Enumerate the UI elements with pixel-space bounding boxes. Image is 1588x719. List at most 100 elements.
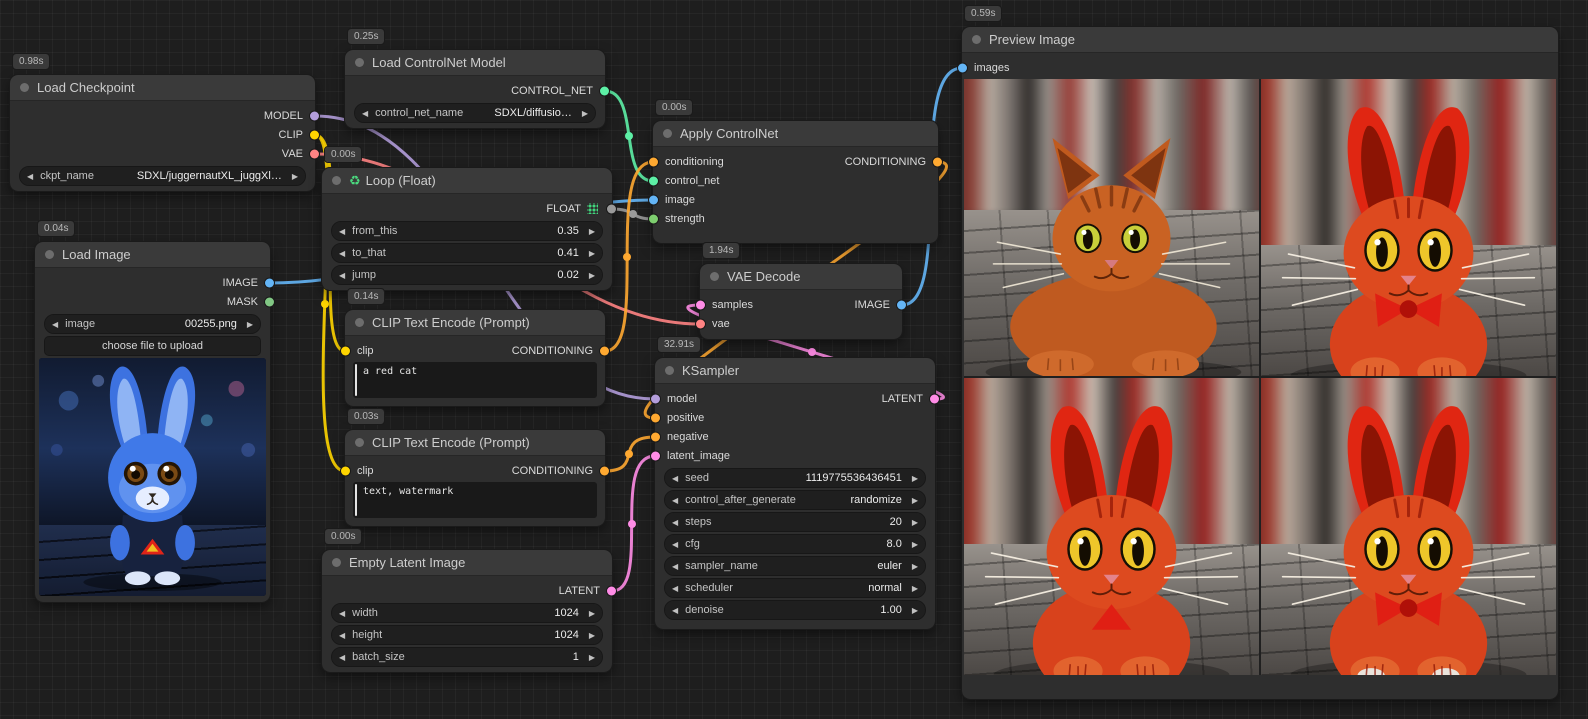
node-titlebar[interactable]: ♻ Loop (Float)	[322, 168, 612, 194]
output-slot-model[interactable]: MODEL	[10, 106, 315, 125]
slot-row-clip-conditioning[interactable]: clip CONDITIONING	[345, 341, 605, 360]
collapse-dot[interactable]	[972, 35, 981, 44]
next-arrow-icon[interactable]: ▶	[912, 496, 918, 505]
input-slot-control-net[interactable]: control_net	[653, 171, 938, 190]
output-slot-latent[interactable]: LATENT	[322, 581, 612, 600]
widget-seed[interactable]: ◀ seed 1119775536436451 ▶	[665, 469, 925, 487]
widget-sampler-name[interactable]: ◀ sampler_name euler ▶	[665, 557, 925, 575]
prev-arrow-icon[interactable]: ◀	[672, 540, 678, 549]
collapse-dot[interactable]	[355, 438, 364, 447]
next-arrow-icon[interactable]: ▶	[589, 631, 595, 640]
node-clip-text-encode-negative[interactable]: 0.03s CLIP Text Encode (Prompt) clip CON…	[345, 430, 605, 526]
widget-image-file[interactable]: ◀ image 00255.png ▶	[45, 315, 260, 333]
output-slot-vae[interactable]: VAE	[10, 144, 315, 163]
widget-jump[interactable]: ◀ jump 0.02 ▶	[332, 266, 602, 284]
conditioning-port-dot[interactable]	[933, 157, 942, 166]
prev-arrow-icon[interactable]: ◀	[362, 109, 368, 118]
node-vae-decode[interactable]: 1.94s VAE Decode samples IMAGE vae	[700, 264, 902, 339]
prev-arrow-icon[interactable]: ◀	[339, 271, 345, 280]
widget-width[interactable]: ◀ width 1024 ▶	[332, 604, 602, 622]
node-titlebar[interactable]: KSampler	[655, 358, 935, 384]
slot-row-clip-conditioning[interactable]: clip CONDITIONING	[345, 461, 605, 480]
prev-arrow-icon[interactable]: ◀	[672, 606, 678, 615]
conditioning-port-dot[interactable]	[651, 432, 660, 441]
vae-port-dot[interactable]	[696, 319, 705, 328]
node-apply-controlnet[interactable]: 0.00s Apply ControlNet conditioning COND…	[653, 121, 938, 243]
preview-image-4[interactable]	[1261, 378, 1556, 675]
next-arrow-icon[interactable]: ▶	[589, 653, 595, 662]
next-arrow-icon[interactable]: ▶	[912, 584, 918, 593]
clip-port-dot[interactable]	[341, 346, 350, 355]
slot-row-model-latent[interactable]: model LATENT	[655, 389, 935, 408]
preview-image-2[interactable]	[1261, 79, 1556, 376]
collapse-dot[interactable]	[45, 250, 54, 259]
strength-port-dot[interactable]	[649, 214, 658, 223]
node-titlebar[interactable]: Apply ControlNet	[653, 121, 938, 147]
preview-image-3[interactable]	[964, 378, 1259, 675]
conditioning-port-dot[interactable]	[600, 346, 609, 355]
slot-row-conditioning[interactable]: conditioning CONDITIONING	[653, 152, 938, 171]
node-ksampler[interactable]: 32.91s KSampler model LATENT positive ne…	[655, 358, 935, 629]
next-arrow-icon[interactable]: ▶	[589, 271, 595, 280]
widget-cfg[interactable]: ◀ cfg 8.0 ▶	[665, 535, 925, 553]
node-titlebar[interactable]: CLIP Text Encode (Prompt)	[345, 310, 605, 336]
model-port-dot[interactable]	[310, 111, 319, 120]
output-slot-float[interactable]: FLOAT	[322, 199, 612, 218]
float-port-dot[interactable]	[607, 204, 616, 213]
next-arrow-icon[interactable]: ▶	[912, 606, 918, 615]
prev-arrow-icon[interactable]: ◀	[672, 562, 678, 571]
prev-arrow-icon[interactable]: ◀	[339, 653, 345, 662]
conditioning-port-dot[interactable]	[651, 413, 660, 422]
input-slot-images[interactable]: images	[962, 58, 1558, 77]
next-arrow-icon[interactable]: ▶	[912, 474, 918, 483]
prev-arrow-icon[interactable]: ◀	[672, 474, 678, 483]
control-net-port-dot[interactable]	[649, 176, 658, 185]
next-arrow-icon[interactable]: ▶	[589, 609, 595, 618]
node-titlebar[interactable]: CLIP Text Encode (Prompt)	[345, 430, 605, 456]
node-titlebar[interactable]: Load ControlNet Model	[345, 50, 605, 76]
next-arrow-icon[interactable]: ▶	[912, 562, 918, 571]
prev-arrow-icon[interactable]: ◀	[52, 320, 58, 329]
next-arrow-icon[interactable]: ▶	[589, 227, 595, 236]
collapse-dot[interactable]	[20, 83, 29, 92]
input-slot-latent-image[interactable]: latent_image	[655, 446, 935, 465]
clip-port-dot[interactable]	[341, 466, 350, 475]
prev-arrow-icon[interactable]: ◀	[672, 518, 678, 527]
output-slot-image[interactable]: IMAGE	[35, 273, 270, 292]
next-arrow-icon[interactable]: ▶	[589, 249, 595, 258]
next-arrow-icon[interactable]: ▶	[292, 172, 298, 181]
widget-control-after-generate[interactable]: ◀ control_after_generate randomize ▶	[665, 491, 925, 509]
loaded-image-preview[interactable]	[39, 358, 266, 596]
widget-denoise[interactable]: ◀ denoise 1.00 ▶	[665, 601, 925, 619]
preview-image-1[interactable]	[964, 79, 1259, 376]
image-port-dot[interactable]	[958, 63, 967, 72]
widget-to-that[interactable]: ◀ to_that 0.41 ▶	[332, 244, 602, 262]
model-port-dot[interactable]	[651, 394, 660, 403]
output-slot-control-net[interactable]: CONTROL_NET	[345, 81, 605, 100]
widget-from-this[interactable]: ◀ from_this 0.35 ▶	[332, 222, 602, 240]
control-net-port-dot[interactable]	[600, 86, 609, 95]
upload-file-button[interactable]: choose file to upload	[45, 337, 260, 355]
widget-batch-size[interactable]: ◀ batch_size 1 ▶	[332, 648, 602, 666]
node-preview-image[interactable]: 0.59s Preview Image images	[962, 27, 1558, 699]
widget-height[interactable]: ◀ height 1024 ▶	[332, 626, 602, 644]
prev-arrow-icon[interactable]: ◀	[672, 496, 678, 505]
widget-steps[interactable]: ◀ steps 20 ▶	[665, 513, 925, 531]
collapse-dot[interactable]	[332, 558, 341, 567]
node-titlebar[interactable]: VAE Decode	[700, 264, 902, 290]
collapse-dot[interactable]	[332, 176, 341, 185]
prev-arrow-icon[interactable]: ◀	[27, 172, 33, 181]
input-slot-positive[interactable]: positive	[655, 408, 935, 427]
collapse-dot[interactable]	[355, 318, 364, 327]
next-arrow-icon[interactable]: ▶	[912, 540, 918, 549]
prompt-textarea[interactable]: a red cat	[353, 362, 597, 398]
output-slot-mask[interactable]: MASK	[35, 292, 270, 311]
next-arrow-icon[interactable]: ▶	[582, 109, 588, 118]
widget-ckpt-name[interactable]: ◀ ckpt_name SDXL/juggernautXL_juggXl… ▶	[20, 167, 305, 185]
conditioning-port-dot[interactable]	[649, 157, 658, 166]
collapse-dot[interactable]	[355, 58, 364, 67]
next-arrow-icon[interactable]: ▶	[912, 518, 918, 527]
widget-control-net-name[interactable]: ◀ control_net_name SDXL/diffusio… ▶	[355, 104, 595, 122]
input-slot-strength[interactable]: strength	[653, 209, 938, 228]
output-slot-clip[interactable]: CLIP	[10, 125, 315, 144]
